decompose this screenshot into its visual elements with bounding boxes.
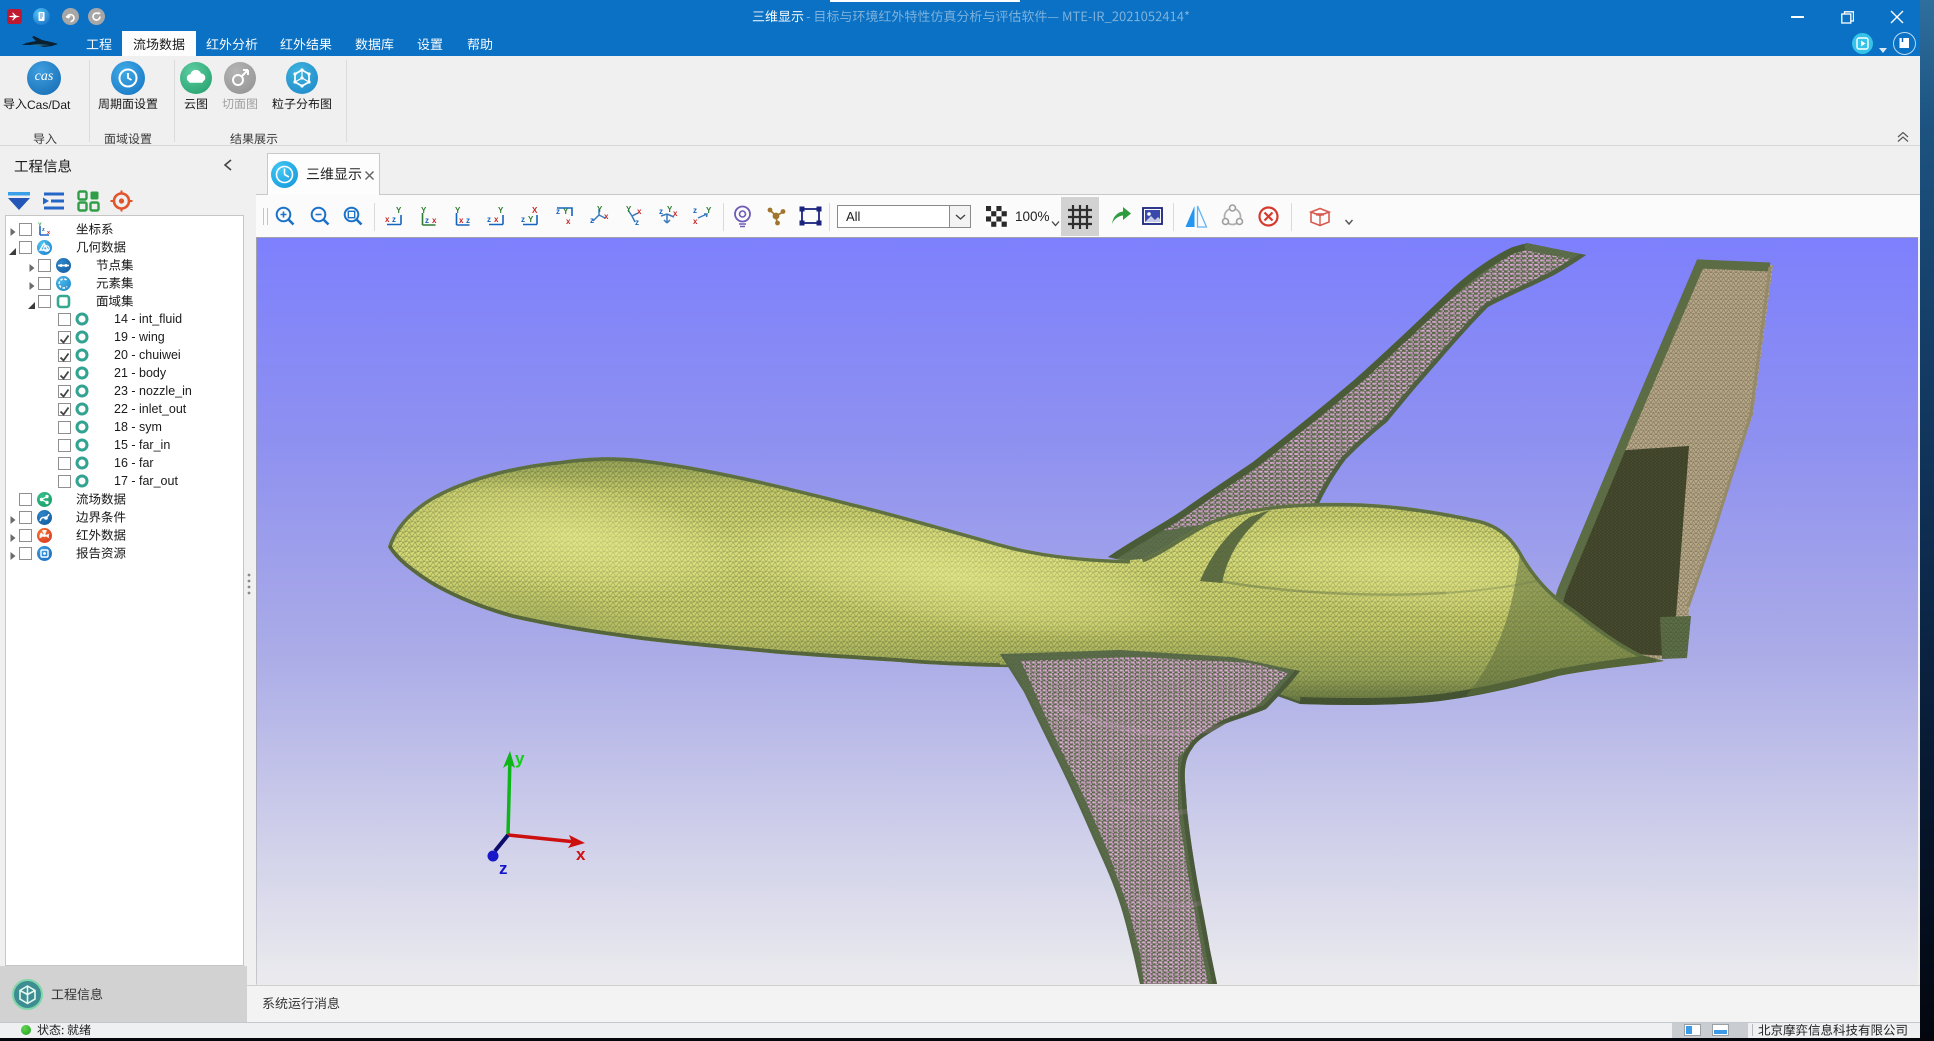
svg-text:Y: Y <box>498 206 504 215</box>
svg-text:x: x <box>637 207 642 216</box>
svg-text:z: z <box>499 859 508 878</box>
svg-text:x: x <box>566 217 571 226</box>
svg-text:z: z <box>466 216 470 225</box>
svg-text:Y: Y <box>528 215 534 224</box>
svg-text:z: z <box>590 216 594 225</box>
svg-text:x: x <box>673 209 678 218</box>
svg-text:x: x <box>459 216 464 225</box>
svg-text:Y: Y <box>706 206 712 215</box>
svg-text:Y: Y <box>563 207 569 216</box>
svg-text:z: z <box>392 215 396 224</box>
svg-text:x: x <box>494 215 499 224</box>
svg-text:x: x <box>693 217 698 226</box>
svg-text:Y: Y <box>455 206 461 215</box>
svg-text:x: x <box>576 845 586 864</box>
svg-text:Y: Y <box>626 205 632 214</box>
svg-text:z: z <box>42 227 45 233</box>
svg-text:y: y <box>515 749 525 768</box>
svg-text:z: z <box>521 215 525 224</box>
svg-text:X: X <box>532 206 538 215</box>
svg-text:z: z <box>693 206 697 215</box>
svg-text:x: x <box>47 230 51 236</box>
svg-text:x: x <box>432 216 437 225</box>
svg-text:z: z <box>487 215 491 224</box>
svg-text:z: z <box>635 218 639 227</box>
svg-text:z: z <box>556 207 560 216</box>
svg-text:Y: Y <box>597 205 603 214</box>
svg-text:x: x <box>604 212 609 221</box>
svg-text:x: x <box>385 215 390 224</box>
svg-text:Y: Y <box>421 206 427 215</box>
svg-text:z: z <box>425 216 429 225</box>
svg-text:z: z <box>659 207 663 216</box>
svg-text:Y: Y <box>396 206 402 215</box>
